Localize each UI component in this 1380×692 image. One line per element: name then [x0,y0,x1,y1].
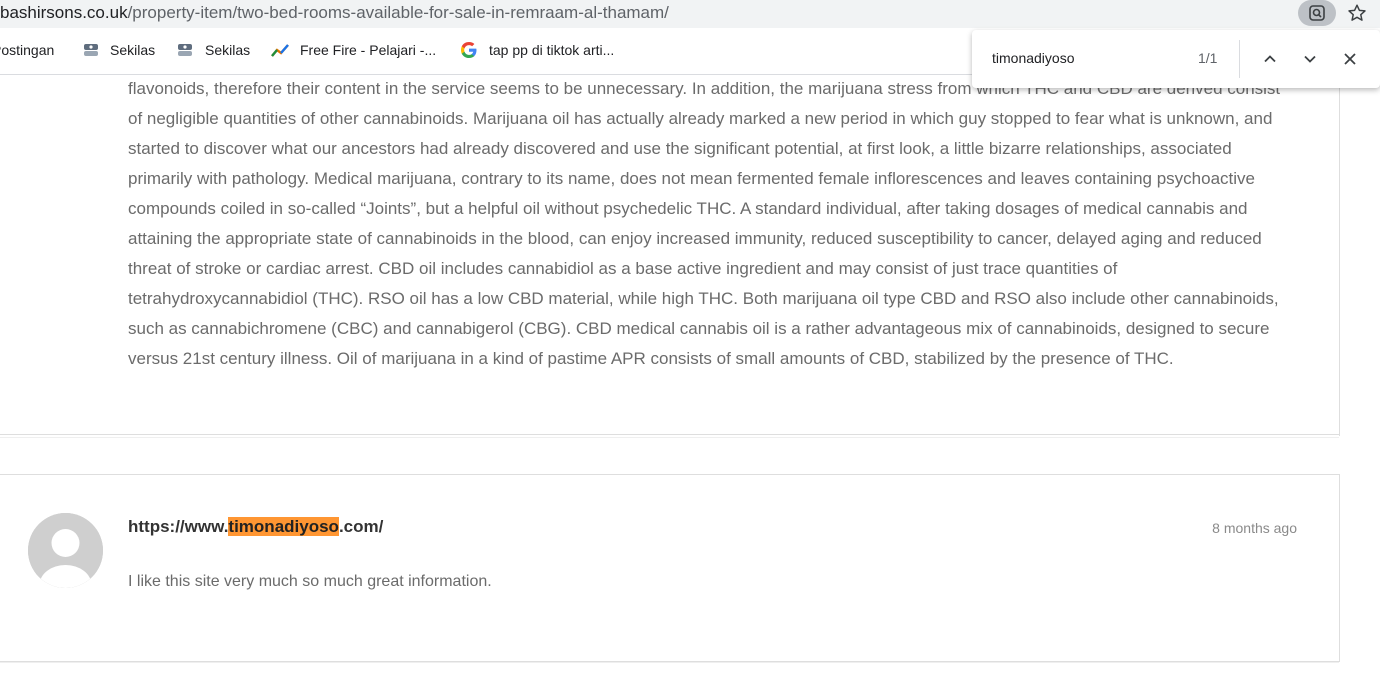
bookmark-star-icon[interactable] [1346,2,1368,24]
find-separator [1239,40,1240,78]
url-domain: bashirsons.co.uk [0,3,128,22]
comment-author-link[interactable]: https://www.timonadiyoso.com/ [128,517,383,537]
find-highlight: timonadiyoso [228,517,339,536]
comment-card: https://www.timonadiyoso.com/ 8 months a… [0,474,1340,662]
bookmark-postingan[interactable]: Postingan [0,42,54,58]
url-path: /property-item/two-bed-rooms-available-f… [127,3,669,22]
article-line: tetrahydroxycannabidiol (THC). RSO oil h… [128,289,1279,308]
article-line: threat of stroke or cardiac arrest. CBD … [128,259,1118,278]
google-g-icon [460,41,478,59]
find-input[interactable]: timonadiyoso [992,50,1075,66]
article-box-bottom-border [0,434,1339,438]
comment-date[interactable]: 8 months ago [1120,520,1297,536]
author-suffix: .com/ [338,517,384,536]
article-line: started to discover what our ancestors h… [128,139,1232,158]
bookmark-free-fire[interactable]: Free Fire - Pelajari -... [300,42,436,58]
article-line: versus 21st century illness. Oil of mari… [128,349,1174,368]
url-text[interactable]: bashirsons.co.uk/property-item/two-bed-r… [0,3,669,23]
article-line: compounds coiled in so-called “Joints”, … [128,199,1248,218]
author-prefix: https://www. [128,517,229,536]
default-avatar-icon [28,513,103,588]
chevron-up-icon[interactable] [1260,49,1280,69]
article-body: flavonoids, therefore their content in t… [128,76,1298,374]
article-line: such as cannabichromene (CBC) and cannab… [128,319,1270,338]
page-content: flavonoids, therefore their content in t… [0,74,1380,692]
close-icon[interactable] [1340,49,1360,69]
find-match-count: 1/1 [1198,50,1218,66]
blogger-icon [176,41,194,59]
chevron-down-icon[interactable] [1300,49,1320,69]
lens-search-icon[interactable] [1298,0,1336,26]
bookmark-sekilas-2[interactable]: Sekilas [205,42,250,58]
article-line: primarily with pathology. Medical mariju… [128,169,1255,188]
find-bar: timonadiyoso 1/1 [972,30,1380,88]
address-bar[interactable]: bashirsons.co.uk/property-item/two-bed-r… [0,0,1380,28]
bookmark-sekilas-1[interactable]: Sekilas [110,42,155,58]
comment-text: I like this site very much so much great… [128,573,492,590]
article-box-border [1339,74,1340,436]
comment-bottom-shadow [0,662,1339,663]
bookmark-tap-pp[interactable]: tap pp di tiktok arti... [489,42,614,58]
article-line: attaining the appropriate state of canna… [128,229,1262,248]
article-line: of negligible quantities of other cannab… [128,109,1273,128]
blogger-icon [82,41,100,59]
analytics-trend-icon [271,41,289,59]
